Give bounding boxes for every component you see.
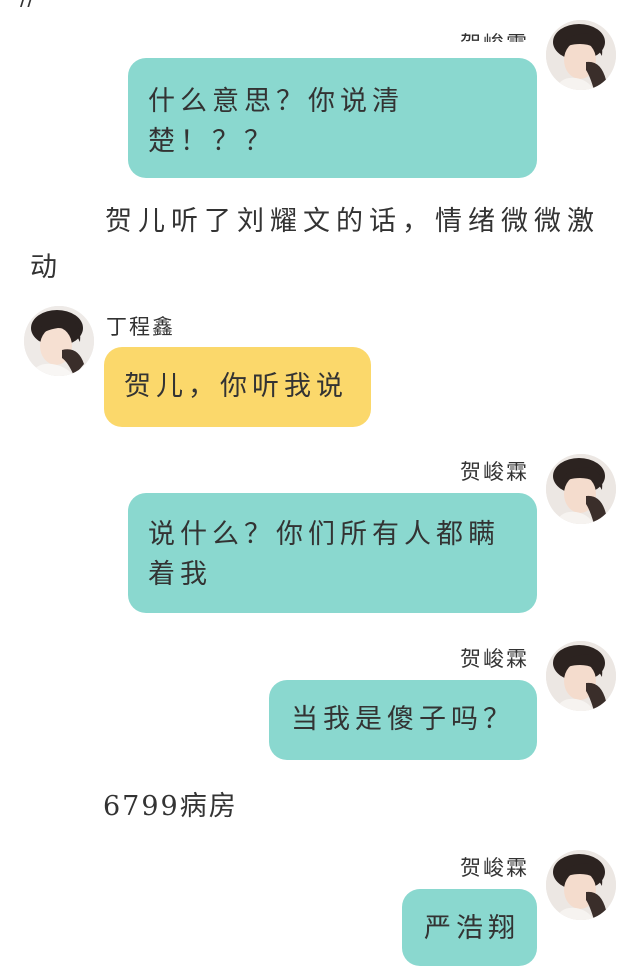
message-bubble[interactable]: 什么意思？你说清楚！？？ — [128, 58, 537, 178]
avatar[interactable] — [546, 454, 616, 524]
avatar-photo — [546, 454, 616, 524]
message-bubble[interactable]: 说什么？你们所有人都瞒着我 — [128, 493, 537, 613]
message-bubble[interactable]: 当我是傻子吗？ — [269, 680, 537, 760]
avatar-photo — [546, 850, 616, 920]
narration-text: 6799病房 — [103, 791, 238, 822]
message-text: 贺儿，你听我说 — [124, 371, 348, 402]
avatar[interactable] — [546, 850, 616, 920]
avatar[interactable] — [24, 306, 94, 376]
sender-name: 丁程鑫 — [106, 315, 175, 339]
sender-name: 贺峻霖 — [460, 460, 529, 484]
message-bubble[interactable]: 贺儿，你听我说 — [104, 347, 371, 427]
sender-name-cropped: 贺峻霖 — [460, 28, 529, 42]
sender-name: 贺峻霖 — [460, 856, 529, 880]
message-text: 什么意思？你说清楚！？？ — [148, 86, 404, 157]
avatar-photo — [24, 306, 94, 376]
avatar-photo — [546, 641, 616, 711]
sender-name: 贺峻霖 — [460, 647, 529, 671]
message-text: 严浩翔 — [424, 913, 520, 944]
avatar[interactable] — [546, 641, 616, 711]
message-text: 说什么？你们所有人都瞒着我 — [148, 519, 500, 590]
narration-text: 贺儿听了刘耀文的话，情绪微微激动 — [30, 206, 600, 283]
avatar[interactable] — [546, 20, 616, 90]
message-text: 当我是傻子吗？ — [291, 704, 515, 735]
top-fragment: // — [20, 0, 35, 11]
message-bubble[interactable]: 严浩翔 — [402, 889, 537, 966]
avatar-photo — [546, 20, 616, 90]
